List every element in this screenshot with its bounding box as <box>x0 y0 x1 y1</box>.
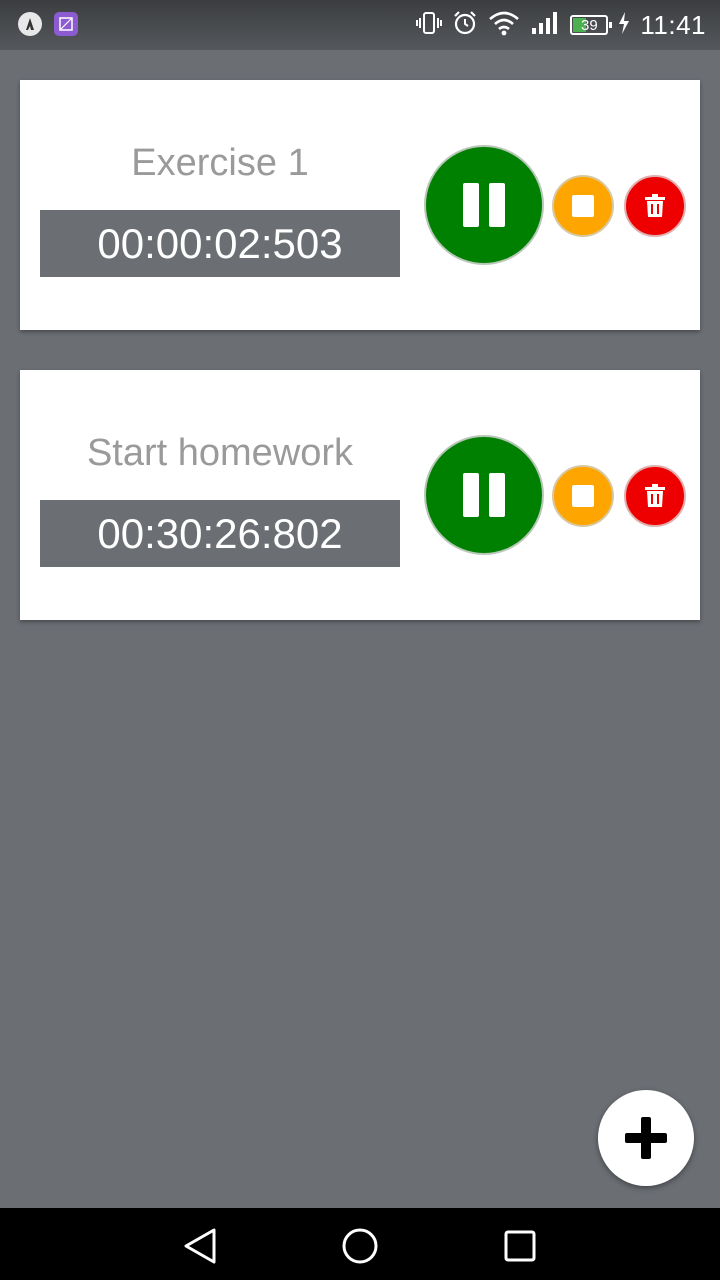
status-clock: 11:41 <box>640 9 706 40</box>
alarm-icon <box>452 10 478 41</box>
app-notification-icon <box>18 12 42 36</box>
stop-button[interactable] <box>552 465 614 527</box>
signal-icon <box>530 10 560 41</box>
back-icon <box>184 1228 216 1264</box>
timer-elapsed: 00:30:26:802 <box>40 500 400 567</box>
stop-button[interactable] <box>552 175 614 237</box>
stop-icon <box>572 195 594 217</box>
home-button[interactable] <box>340 1226 380 1266</box>
delete-button[interactable] <box>624 175 686 237</box>
recents-button[interactable] <box>500 1226 540 1266</box>
delete-button[interactable] <box>624 465 686 527</box>
vibrate-icon <box>416 10 443 41</box>
recents-icon <box>504 1230 536 1262</box>
pause-button[interactable] <box>424 145 544 265</box>
charging-icon <box>618 11 630 40</box>
timer-card: Start homework 00:30:26:802 <box>20 370 700 620</box>
trash-icon <box>645 484 665 507</box>
add-timer-button[interactable] <box>598 1090 694 1186</box>
timer-card: Exercise 1 00:00:02:503 <box>20 80 700 330</box>
home-icon <box>342 1228 378 1264</box>
pause-icon <box>463 473 479 517</box>
battery-percent: 39 <box>581 16 598 34</box>
trash-icon <box>645 194 665 217</box>
wifi-icon <box>488 10 520 41</box>
back-button[interactable] <box>180 1226 220 1266</box>
gallery-notification-icon <box>54 12 78 36</box>
status-bar: 39 11:41 <box>0 0 720 50</box>
system-icons: 39 11:41 <box>416 8 706 42</box>
navigation-bar <box>0 1208 720 1280</box>
notification-icons <box>18 12 78 36</box>
timer-elapsed: 00:00:02:503 <box>40 210 400 277</box>
pause-button[interactable] <box>424 435 544 555</box>
stop-icon <box>572 485 594 507</box>
timer-title: Exercise 1 <box>131 142 309 184</box>
pause-icon <box>463 183 479 227</box>
timer-title: Start homework <box>86 432 354 474</box>
battery-icon: 39 <box>570 15 613 35</box>
plus-icon <box>625 1117 667 1159</box>
